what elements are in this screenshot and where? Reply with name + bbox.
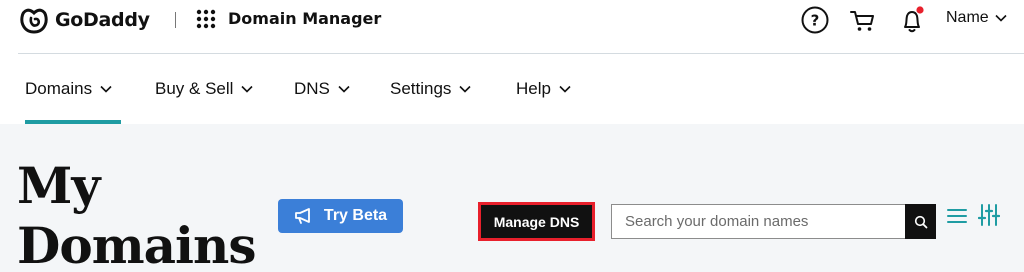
search-button[interactable]: [905, 204, 936, 239]
help-icon[interactable]: ?: [800, 5, 830, 35]
brand-name: GoDaddy: [55, 9, 150, 31]
nav-item-label: Buy & Sell: [155, 79, 234, 98]
nav-item-help[interactable]: Help: [516, 79, 571, 99]
nav-item-buy-sell[interactable]: Buy & Sell: [155, 79, 254, 99]
list-view-icon[interactable]: [946, 206, 968, 226]
user-menu[interactable]: Name: [946, 9, 1007, 27]
chevron-down-icon: [100, 85, 112, 93]
manage-dns-button[interactable]: Manage DNS: [478, 202, 595, 241]
chevron-down-icon: [459, 85, 472, 93]
search-icon: [914, 215, 927, 228]
chevron-down-icon: [241, 85, 254, 93]
nav-item-label: Domains: [25, 79, 93, 98]
notification-dot: [916, 6, 924, 14]
chevron-down-icon: [995, 14, 1007, 22]
notification-bell-icon[interactable]: [897, 5, 929, 35]
nav-item-domains[interactable]: Domains: [25, 79, 112, 99]
header-divider: [175, 12, 176, 28]
page-title: My Domains: [17, 156, 257, 272]
nav-item-label: Settings: [390, 79, 452, 98]
godaddy-logo[interactable]: GoDaddy: [18, 5, 150, 35]
apps-grid-icon[interactable]: [196, 9, 216, 29]
filter-sliders-icon[interactable]: [978, 203, 1000, 227]
chevron-down-icon: [338, 85, 350, 93]
godaddy-logo-icon: [20, 8, 48, 34]
svg-text:?: ?: [811, 12, 820, 30]
megaphone-icon: [295, 208, 310, 224]
nav-item-label: Help: [516, 79, 551, 98]
user-name: Name: [946, 9, 989, 26]
try-beta-button[interactable]: Try Beta: [278, 199, 403, 233]
top-header: GoDaddy Domain Manager ? Name: [0, 0, 1024, 54]
main-content: My Domains Try Beta Manage DNS: [0, 124, 1024, 272]
nav-item-settings[interactable]: Settings: [390, 79, 472, 99]
nav-item-dns[interactable]: DNS: [294, 79, 350, 99]
chevron-down-icon: [559, 85, 571, 93]
main-nav: Domains Buy & Sell DNS Settings Help: [0, 54, 1024, 124]
app-title: Domain Manager: [228, 9, 382, 28]
manage-dns-label: Manage DNS: [493, 213, 580, 230]
nav-item-label: DNS: [294, 79, 330, 98]
try-beta-label: Try Beta: [323, 207, 388, 224]
cart-icon[interactable]: [848, 5, 878, 35]
domain-search-input[interactable]: [611, 204, 907, 239]
